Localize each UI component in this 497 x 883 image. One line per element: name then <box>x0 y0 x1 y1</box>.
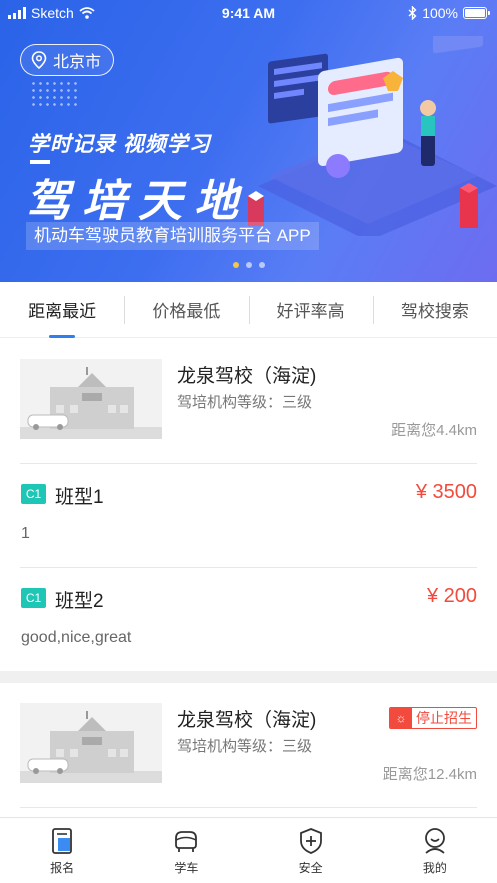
profile-icon <box>424 828 445 854</box>
school-thumbnail <box>20 359 162 439</box>
class-item[interactable]: C1 班型1 ¥ 3500 1 <box>0 464 497 567</box>
city-label: 北京市 <box>53 54 102 71</box>
school-name: 龙泉驾校（海淀) <box>177 366 317 387</box>
hero-banner[interactable]: 北京市 学时记录 视频学习 驾培天地 机动车驾驶员教育培训服务平台 APP <box>0 0 497 282</box>
school-distance: 距离您4.4km <box>391 422 477 439</box>
nav-profile[interactable]: 我的 <box>373 818 497 883</box>
class-name: 班型2 <box>55 591 104 612</box>
divider <box>20 807 477 808</box>
class-item[interactable]: C1 班型2 ¥ 200 good,nice,great <box>0 568 497 671</box>
tab-nearest[interactable]: 距离最近 <box>0 282 124 338</box>
school-card[interactable]: 龙泉驾校（海淀) ☼ 停止招生 驾培机构等级：三级 距离您12.4km <box>0 683 497 807</box>
school-name: 龙泉驾校（海淀) <box>177 710 317 731</box>
school-card[interactable]: 龙泉驾校（海淀) 驾培机构等级：三级 距离您4.4km <box>0 339 497 463</box>
signup-icon <box>52 828 73 854</box>
school-level: 驾培机构等级：三级 <box>177 394 313 411</box>
car-icon <box>175 831 198 852</box>
nav-label: 学车 <box>174 861 199 875</box>
pager-dot[interactable] <box>258 262 265 268</box>
nav-label: 我的 <box>422 861 447 875</box>
status-badge-label: 停止招生 <box>416 710 472 726</box>
section-gap <box>0 671 497 683</box>
banner-title: 驾培天地 <box>26 177 250 226</box>
class-name: 班型1 <box>55 487 104 508</box>
tab-top-rated[interactable]: 好评率高 <box>248 282 373 337</box>
nav-signup[interactable]: 报名 <box>0 818 124 883</box>
tab-lowest-price[interactable]: 价格最低 <box>124 282 248 337</box>
status-bar: Sketch 9:41 AM 100% <box>0 0 497 28</box>
license-tag: C1 <box>21 588 46 608</box>
bluetooth-icon <box>408 6 417 20</box>
banner-subtitle: 机动车驾驶员教育培训服务平台 APP <box>26 222 319 250</box>
battery-percent: 100% <box>422 5 458 21</box>
banner-pager[interactable] <box>0 262 497 268</box>
shield-icon <box>299 828 322 854</box>
school-level: 驾培机构等级：三级 <box>177 738 313 755</box>
license-tag: C1 <box>21 484 46 504</box>
city-selector[interactable]: 北京市 <box>20 44 115 76</box>
school-list: 龙泉驾校（海淀) 驾培机构等级：三级 距离您4.4km C1 班型1 ¥ 350… <box>0 339 497 817</box>
class-price: ¥ 200 <box>426 585 477 607</box>
school-distance: 距离您12.4km <box>382 766 477 783</box>
sort-tabs: 距离最近 价格最低 好评率高 驾校搜索 <box>0 282 497 338</box>
sun-icon: ☼ <box>390 708 412 728</box>
bottom-navigation: 报名 学车 安全 我的 <box>0 817 497 883</box>
nav-label: 安全 <box>298 861 323 875</box>
title-accent-line <box>30 160 50 164</box>
decorative-dots <box>30 80 78 108</box>
platform-illustration <box>248 36 497 236</box>
pager-dot[interactable] <box>232 262 239 268</box>
class-description: 1 <box>21 525 30 542</box>
tab-school-search[interactable]: 驾校搜索 <box>372 282 497 337</box>
nav-safety[interactable]: 安全 <box>249 818 373 883</box>
pager-dot[interactable] <box>245 262 252 268</box>
nav-label: 报名 <box>50 861 75 875</box>
location-pin-icon <box>31 51 47 69</box>
battery-icon <box>463 7 490 19</box>
nav-learn-driving[interactable]: 学车 <box>124 818 248 883</box>
class-description: good,nice,great <box>21 629 132 646</box>
school-thumbnail <box>20 703 162 783</box>
status-badge: ☼ 停止招生 <box>389 707 477 729</box>
banner-slogan: 学时记录 视频学习 <box>28 133 211 156</box>
class-price: ¥ 3500 <box>415 481 477 503</box>
